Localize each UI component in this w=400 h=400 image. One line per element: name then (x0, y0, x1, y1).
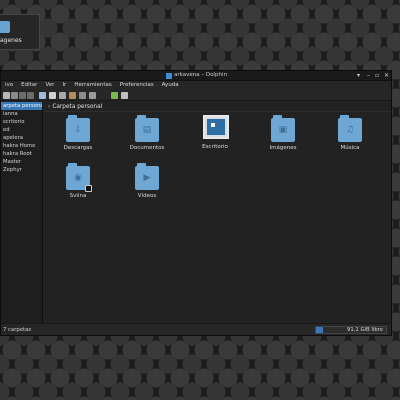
details-view-icon[interactable] (49, 92, 56, 99)
folder-icon (0, 21, 10, 33)
dolphin-window: arkavena – Dolphin ▾ – ▫ ✕ ivo Editar Ve… (0, 70, 392, 336)
file-item-imagenes[interactable]: ▣ Imágenes (263, 115, 303, 151)
menu-bar: ivo Editar Ver Ir Herramientas Preferenc… (1, 81, 391, 90)
up-icon[interactable] (19, 92, 26, 99)
menu-go[interactable]: Ir (58, 81, 70, 90)
menu-file[interactable]: ivo (1, 81, 17, 90)
places-panel: arpeta personal ianna scritorio ed apele… (1, 102, 43, 325)
desktop-shortcut-label: agenes (0, 37, 22, 44)
icons-view-icon[interactable] (39, 92, 46, 99)
close-button[interactable]: ✕ (384, 72, 389, 79)
breadcrumb-label: Carpeta personal (52, 104, 103, 110)
settings-icon[interactable] (121, 92, 128, 99)
menu-window-button[interactable]: ▾ (357, 72, 360, 79)
file-label: Escritorio (202, 144, 228, 150)
desktop-folder-icon (203, 115, 229, 139)
toolbar (1, 90, 391, 101)
videos-folder-icon: ▶ (135, 163, 159, 190)
sidebar-item-trash[interactable]: apelera (1, 134, 42, 142)
menu-tools[interactable]: Herramientas (70, 81, 115, 90)
documents-folder-icon: ▤ (135, 115, 159, 142)
menu-settings[interactable]: Preferencias (116, 81, 158, 90)
sidebar-item-home[interactable]: arpeta personal (1, 102, 42, 110)
title-bar[interactable]: arkavena – Dolphin ▾ – ▫ ✕ (1, 71, 391, 81)
status-bar: 7 carpetas 91,1 GiB libre (1, 323, 391, 335)
file-item-musica[interactable]: ♫ Música (330, 115, 370, 151)
split-icon[interactable] (79, 92, 86, 99)
file-label: Vídeos (137, 193, 157, 199)
download-folder-icon: ⇩ (66, 115, 90, 142)
file-label: Música (340, 145, 360, 151)
chevron-right-icon: › (48, 104, 51, 110)
breadcrumb[interactable]: › Carpeta personal (44, 102, 391, 112)
file-label: Sviina (69, 193, 87, 199)
sidebar-item-chakra-home[interactable]: hakra Home (1, 142, 42, 150)
terminal-icon[interactable] (111, 92, 118, 99)
file-item-sviina[interactable]: ◉ Sviina (58, 163, 98, 199)
file-view: › Carpeta personal ⇩ Descargas ▤ Document… (44, 102, 391, 325)
sidebar-item-desktop[interactable]: scritorio (1, 118, 42, 126)
file-item-descargas[interactable]: ⇩ Descargas (58, 115, 98, 151)
sidebar-item-chakra-root[interactable]: hakra Root (1, 150, 42, 158)
minimize-button[interactable]: – (367, 72, 370, 79)
find-icon[interactable] (89, 92, 96, 99)
maximize-button[interactable]: ▫ (375, 72, 379, 79)
music-folder-icon: ♫ (338, 115, 362, 142)
sidebar-item-user[interactable]: ianna (1, 110, 42, 118)
file-item-escritorio[interactable]: Escritorio (195, 115, 235, 150)
sidebar-item-network[interactable]: ed (1, 126, 42, 134)
forward-icon[interactable] (11, 92, 18, 99)
free-space-indicator[interactable]: 91,1 GiB libre (315, 326, 387, 334)
link-badge-icon (85, 185, 92, 192)
menu-edit[interactable]: Editar (17, 81, 41, 90)
dolphin-app-icon (166, 73, 172, 79)
columns-view-icon[interactable] (59, 92, 66, 99)
home-icon[interactable] (27, 92, 34, 99)
menu-view[interactable]: Ver (41, 81, 58, 90)
item-count: 7 carpetas (3, 327, 32, 333)
free-space-label: 91,1 GiB libre (347, 327, 383, 333)
menu-help[interactable]: Ayuda (158, 81, 183, 90)
file-item-documentos[interactable]: ▤ Documentos (127, 115, 167, 151)
desktop-shortcut-images[interactable]: agenes (0, 14, 40, 50)
file-label: Imágenes (269, 145, 297, 151)
file-label: Documentos (129, 145, 165, 151)
back-icon[interactable] (3, 92, 10, 99)
window-title: arkavena – Dolphin (174, 72, 227, 78)
disk-usage-fill (316, 327, 323, 333)
preview-icon[interactable] (69, 92, 76, 99)
sidebar-item-zephyr[interactable]: Zephyr (1, 166, 42, 174)
file-item-videos[interactable]: ▶ Vídeos (127, 163, 167, 199)
pictures-folder-icon: ▣ (271, 115, 295, 142)
file-label: Descargas (63, 145, 93, 151)
sidebar-item-master[interactable]: Master (1, 158, 42, 166)
